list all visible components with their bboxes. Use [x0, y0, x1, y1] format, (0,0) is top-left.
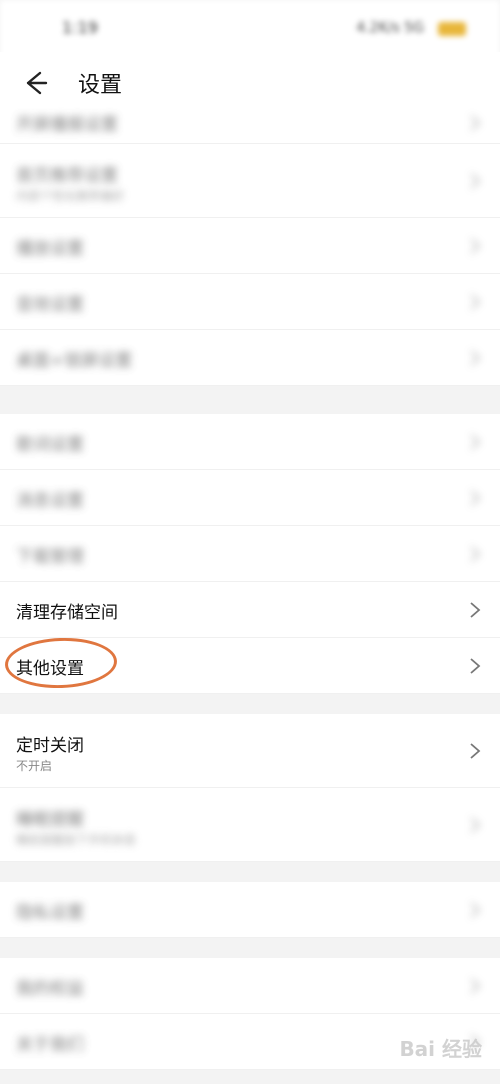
settings-group-1: 开屏播报设置 首页推荐设置 内容个性化推荐偏好 播放设置 音效设置 桌面+锁屏设… — [0, 102, 500, 386]
row-title: 定时关闭 — [16, 736, 84, 756]
arrow-left-icon[interactable] — [18, 66, 52, 100]
chevron-right-icon — [470, 489, 481, 506]
settings-row[interactable]: 首页推荐设置 内容个性化推荐偏好 — [0, 144, 500, 218]
row-title: 桌面+锁屏设置 — [16, 351, 133, 371]
settings-list: 开屏播报设置 首页推荐设置 内容个性化推荐偏好 播放设置 音效设置 桌面+锁屏设… — [0, 102, 500, 1070]
chevron-right-icon — [470, 172, 481, 189]
status-time: 1:19 — [62, 18, 98, 37]
chevron-right-icon — [470, 433, 481, 450]
sleep-timer-row[interactable]: 定时关闭 不开启 — [0, 714, 500, 788]
row-title: 隐私设置 — [16, 903, 84, 923]
row-title: 睡眠提醒 — [16, 810, 84, 830]
group-divider — [0, 938, 500, 958]
status-bar: 1:19 4.2K/s 5G — [0, 0, 500, 60]
row-title: 音效设置 — [16, 295, 84, 315]
clear-storage-row[interactable]: 清理存储空间 — [0, 582, 500, 638]
chevron-right-icon — [470, 237, 481, 254]
row-subtitle: 不开启 — [16, 759, 53, 773]
settings-row[interactable]: 隐私设置 — [0, 882, 500, 938]
chevron-right-icon — [470, 601, 481, 618]
settings-row[interactable]: 消息设置 — [0, 470, 500, 526]
settings-row[interactable]: 开屏播报设置 — [0, 102, 500, 144]
row-title: 播放设置 — [16, 239, 84, 259]
chevron-right-icon — [470, 816, 481, 833]
settings-group-3: 定时关闭 不开启 睡眠提醒 睡前提醒放下手机休息 — [0, 714, 500, 862]
group-divider — [0, 694, 500, 714]
row-subtitle: 睡前提醒放下手机休息 — [16, 833, 137, 847]
chevron-right-icon — [470, 545, 481, 562]
row-title: 消息设置 — [16, 491, 84, 511]
row-title: 关于我们 — [16, 1035, 84, 1055]
group-divider — [0, 862, 500, 882]
settings-group-4: 隐私设置 — [0, 882, 500, 938]
settings-row[interactable]: 播放设置 — [0, 218, 500, 274]
page-title: 设置 — [78, 73, 123, 98]
chevron-right-icon — [470, 742, 481, 759]
settings-screen: 1:19 4.2K/s 5G 设置 开屏播报设置 首页推荐设置 内容个性化推荐偏… — [0, 0, 500, 1084]
row-subtitle: 内容个性化推荐偏好 — [16, 189, 125, 203]
row-title: 下载管理 — [16, 547, 84, 567]
settings-row[interactable]: 睡眠提醒 睡前提醒放下手机休息 — [0, 788, 500, 862]
status-indicators: 4.2K/s 5G — [356, 20, 424, 36]
row-title: 首页推荐设置 — [16, 166, 118, 186]
row-title: 我的权益 — [16, 979, 84, 999]
group-divider — [0, 386, 500, 414]
settings-row[interactable]: 下载管理 — [0, 526, 500, 582]
chevron-right-icon — [470, 349, 481, 366]
chevron-right-icon — [470, 977, 481, 994]
watermark-logo: Bai 经验 — [399, 1037, 482, 1061]
settings-row[interactable]: 桌面+锁屏设置 — [0, 330, 500, 386]
chevron-right-icon — [470, 901, 481, 918]
row-title: 歌词设置 — [16, 435, 84, 455]
row-title: 清理存储空间 — [16, 603, 118, 623]
chevron-right-icon — [470, 114, 481, 131]
settings-row[interactable]: 我的权益 — [0, 958, 500, 1014]
battery-icon — [438, 22, 466, 36]
settings-row[interactable]: 音效设置 — [0, 274, 500, 330]
settings-row[interactable]: 歌词设置 — [0, 414, 500, 470]
row-title: 开屏播报设置 — [16, 115, 118, 135]
chevron-right-icon — [470, 293, 481, 310]
chevron-right-icon — [470, 657, 481, 674]
